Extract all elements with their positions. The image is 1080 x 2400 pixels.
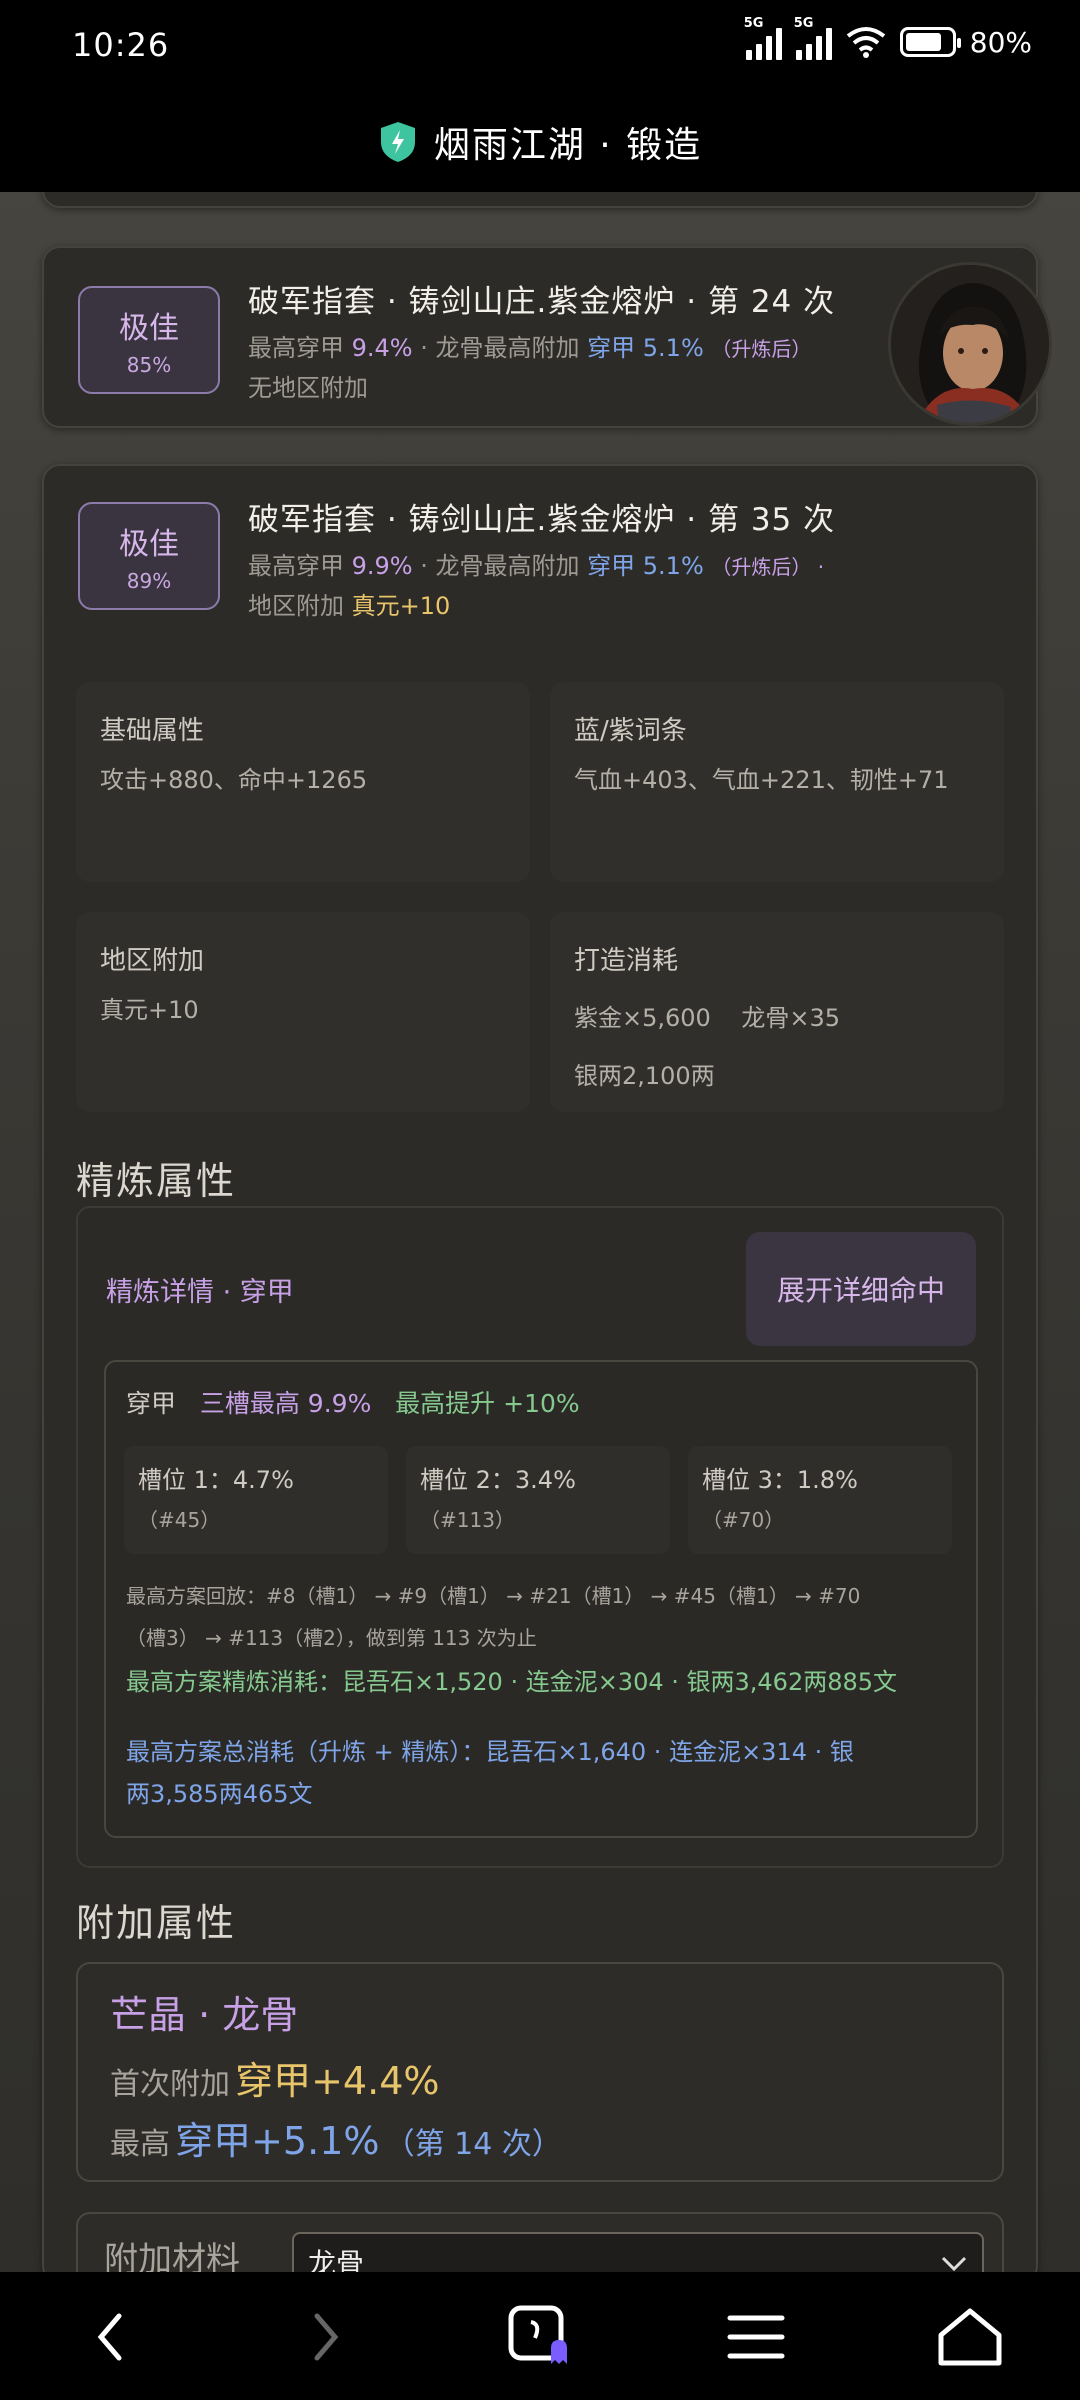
record-detail: 最高穿甲 9.4% · 龙骨最高附加 穿甲 5.1% （升炼后）	[248, 334, 812, 362]
replay-line: 最高方案回放：#8（槽1） → #9（槽1） → #21（槽1） → #45（槽…	[126, 1584, 861, 1608]
refine-panel: 精炼详情 · 穿甲 展开详细命中 穿甲 三槽最高 9.9% 最高提升 +10% …	[76, 1206, 1004, 1868]
slot-1: 槽位 1：4.7% （#45）	[124, 1446, 388, 1554]
menu-button[interactable]	[716, 2302, 796, 2372]
menu-icon	[727, 2315, 785, 2359]
tabs-button[interactable]	[500, 2302, 580, 2372]
expand-detail-button[interactable]: 展开详细命中	[746, 1232, 976, 1346]
record-region: 无地区附加	[248, 374, 368, 402]
character-portrait-icon	[891, 265, 1049, 423]
region-tile: 地区附加 真元+10	[76, 912, 530, 1112]
chevron-left-icon	[97, 2313, 122, 2361]
refine-section-title: 精炼属性	[76, 1159, 237, 1203]
status-bar: 10:26 5G 5G 80%	[0, 0, 1080, 92]
refine-summary: 穿甲 三槽最高 9.9% 最高提升 +10%	[126, 1389, 580, 1418]
bottom-nav	[0, 2272, 1080, 2400]
chevron-right-icon	[314, 2313, 339, 2361]
total-cost-line-2: 两3,585两465文	[126, 1780, 313, 1808]
title-bar: 烟雨江湖 · 锻造	[0, 92, 1080, 192]
refine-label: 精炼详情 · 穿甲	[106, 1277, 294, 1308]
record-title: 破军指套 · 铸剑山庄.紫金熔炉 · 第 35 次	[248, 502, 836, 538]
battery-icon	[899, 27, 961, 57]
status-time: 10:26	[72, 26, 170, 64]
record-region: 地区附加 真元+10	[248, 592, 451, 620]
rating-badge: 极佳 89%	[78, 502, 220, 610]
tabs-icon	[508, 2305, 567, 2364]
first-add-line: 首次附加 穿甲+4.4%	[110, 2059, 440, 2103]
signal-icon: 5G	[744, 16, 782, 60]
extra-section-title: 附加属性	[76, 1901, 237, 1945]
shield-icon	[380, 122, 415, 162]
base-attr-tile: 基础属性 攻击+880、命中+1265	[76, 682, 530, 882]
total-cost-line: 最高方案总消耗（升炼 + 精炼）：昆吾石×1,640 · 连金泥×314 · 银	[126, 1738, 854, 1766]
record-title: 破军指套 · 铸剑山庄.紫金熔炉 · 第 24 次	[248, 284, 836, 320]
material-select[interactable]: 龙骨	[292, 2232, 984, 2272]
extra-attr-card: 芒晶 · 龙骨 首次附加 穿甲+4.4% 最高 穿甲+5.1% （第 14 次）	[76, 1962, 1004, 2182]
signal-icon-2: 5G	[794, 16, 832, 60]
home-icon	[938, 2308, 1002, 2366]
affix-tile: 蓝/紫词条 气血+403、气血+221、韧性+71	[550, 682, 1004, 882]
material-label: 附加材料	[104, 2240, 240, 2272]
slot-3: 槽位 3：1.8% （#70）	[688, 1446, 952, 1554]
refine-cost-line: 最高方案精炼消耗：昆吾石×1,520 · 连金泥×304 · 银两3,462两8…	[126, 1668, 898, 1696]
max-add-line: 最高 穿甲+5.1% （第 14 次）	[110, 2119, 562, 2163]
forward-button[interactable]	[286, 2302, 366, 2372]
status-icons: 5G 5G 80%	[744, 16, 1032, 60]
back-button[interactable]	[70, 2302, 150, 2372]
slot-2: 槽位 2：3.4% （#113）	[406, 1446, 670, 1554]
home-button[interactable]	[930, 2302, 1010, 2372]
battery-percent: 80%	[969, 25, 1032, 59]
main-content[interactable]: 极佳 85% 破军指套 · 铸剑山庄.紫金熔炉 · 第 24 次 最高穿甲 9.…	[0, 192, 1080, 2272]
record-detail: 最高穿甲 9.9% · 龙骨最高附加 穿甲 5.1% （升炼后） ·	[248, 552, 825, 580]
material-row: 附加材料 龙骨	[76, 2212, 1004, 2272]
page-title: 烟雨江湖 · 锻造	[433, 125, 703, 166]
record-card-previous	[42, 192, 1038, 208]
extra-name: 芒晶 · 龙骨	[110, 1993, 299, 2037]
cost-tile: 打造消耗 紫金×5,600 龙骨×35 银两2,100两	[550, 912, 1004, 1112]
refine-detail-box: 穿甲 三槽最高 9.9% 最高提升 +10% 槽位 1：4.7% （#45） 槽…	[104, 1360, 978, 1838]
character-avatar[interactable]	[888, 262, 1052, 426]
rating-badge: 极佳 85%	[78, 286, 220, 394]
wifi-icon	[846, 27, 885, 58]
replay-line-2: （槽3） → #113（槽2），做到第 113 次为止	[126, 1626, 537, 1650]
chevron-down-icon	[941, 2256, 967, 2272]
